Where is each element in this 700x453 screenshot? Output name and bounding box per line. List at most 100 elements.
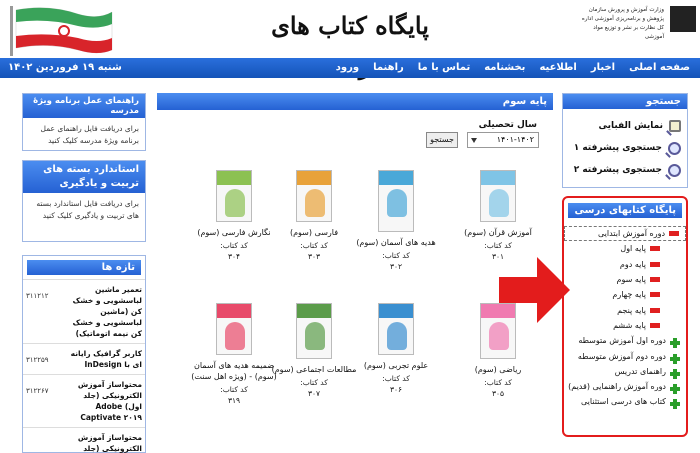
nav-home[interactable]: صفحه اصلی (629, 58, 690, 78)
tree-item-label: دوره آموزش ابتدایی (597, 229, 665, 239)
tree-item-label: پایه چهارم (612, 290, 646, 300)
book-card[interactable]: نگارش فارسی (سوم) کد کتاب: ۳۰۴ (184, 170, 284, 261)
leaf-dash-icon (650, 307, 660, 313)
tree-item[interactable]: دوره اول آموزش متوسطه (564, 333, 686, 349)
book-cover-image[interactable] (378, 303, 414, 355)
book-card[interactable]: آموزش قرآن (سوم) کد کتاب: ۳۰۱ (448, 170, 548, 261)
book-card[interactable]: ضمیمه هدیه های آسمان (سوم) - (ویژه اهل س… (184, 303, 284, 405)
expand-plus-icon (670, 399, 680, 410)
search-panel-title: جستجو (563, 94, 687, 109)
standards-panel-title: استاندارد بسته های تربیت و یادگیری (23, 161, 145, 193)
nav-help[interactable]: راهنما (373, 58, 404, 78)
news-title[interactable]: محتواساز آموزش الکترونیکی (جلد دوم) Adob… (64, 432, 142, 453)
news-title[interactable]: تعمیر ماشین لباسشویی و خشک کن (ماشین لبا… (64, 284, 142, 339)
book-code: ۳۰۱ (491, 252, 505, 261)
tree-item-label: راهنمای تدریس (614, 366, 666, 376)
learning-standards-panel: استاندارد بسته های تربیت و یادگیری برای … (22, 160, 146, 242)
organization-logo: وزارت آموزش و پرورش سازمان پژوهش و برنام… (576, 4, 696, 44)
tree-item-label: پایه ششم (613, 320, 646, 330)
news-code: ۳۱۲۲۶۷ (26, 387, 49, 395)
news-title[interactable]: کاربر گرافیک رایانه ای با InDesign (64, 348, 142, 370)
tree-item[interactable]: پایه سوم (564, 272, 686, 287)
news-code: ۳۱۱۲۱۲ (26, 292, 49, 300)
cover-illustration (225, 189, 245, 217)
nav-contact[interactable]: تماس با ما (418, 58, 470, 78)
book-cover-image[interactable] (378, 170, 414, 232)
book-title[interactable]: آموزش قرآن (سوم) (448, 227, 548, 238)
tree-item-label: پایه اول (620, 244, 646, 254)
news-item[interactable]: محتواساز آموزش الکترونیکی (جلد دوم) Adob… (23, 427, 145, 453)
expand-plus-icon (670, 338, 680, 349)
book-card[interactable]: ریاضی (سوم) کد کتاب: ۳۰۵ (448, 303, 548, 398)
advanced-search-2-link[interactable]: جستجوی پیشرفته ۲ (563, 159, 687, 181)
book-cover-image[interactable] (216, 170, 252, 222)
tree-item-label: دوره آموزش راهنمایی (قدیم) (568, 382, 666, 392)
book-title[interactable]: نگارش فارسی (سوم) (184, 227, 284, 238)
magnifier-icon (668, 141, 681, 155)
tree-item[interactable]: کتاب های درسی استثنایی (564, 394, 686, 410)
textbooks-panel: پایگاه کتابهای درسی دوره آموزش ابتدایی پا… (562, 196, 688, 437)
advanced-search-1-label: جستجوی پیشرفته ۱ (573, 143, 662, 153)
tree-item-label: پایه پنجم (617, 305, 646, 315)
cover-illustration (305, 322, 325, 350)
advanced-search-2-label: جستجوی پیشرفته ۲ (573, 165, 662, 175)
tree-item[interactable]: پایه چهارم (564, 287, 686, 302)
nav-announcements[interactable]: اطلاعیه (539, 58, 576, 78)
page-title: پایه سوم (157, 93, 553, 110)
book-code-label: کد کتاب: (220, 241, 248, 250)
leaf-dash-icon (650, 261, 660, 267)
tree-item-label: دوره دوم آموزش متوسطه (577, 351, 666, 361)
news-item[interactable]: محتواساز آموزش الکترونیکی (جلد اول) Adob… (23, 374, 145, 427)
news-panel: تازه ها تعمیر ماشین لباسشویی و خشک کن (م… (22, 255, 146, 453)
alphabetical-link-label: نمایش الفبایی (598, 121, 663, 131)
cover-band (379, 171, 413, 185)
cover-band (481, 304, 515, 318)
nav-circulars[interactable]: بخشنامه (484, 58, 525, 78)
news-item[interactable]: تعمیر ماشین لباسشویی و خشک کن (ماشین لبا… (23, 279, 145, 343)
cover-illustration (387, 322, 407, 350)
school-year-label: سال تحصیلی (478, 120, 537, 130)
tree-item[interactable]: راهنمای تدریس (564, 364, 686, 379)
tree-item-label: پایه سوم (616, 275, 646, 285)
book-cover-image[interactable] (480, 170, 516, 222)
tree-item[interactable]: دوره آموزش راهنمایی (قدیم) (564, 379, 686, 395)
tree-item[interactable]: پایه ششم (564, 318, 686, 333)
book-cover-image[interactable] (480, 303, 516, 359)
leaf-dash-icon (650, 322, 660, 328)
school-program-guide-panel: راهنمای عمل برنامه ویژۀ مدرسه برای دریاف… (22, 93, 146, 151)
book-cover-image[interactable] (216, 303, 252, 355)
book-title[interactable]: ریاضی (سوم) (448, 364, 548, 375)
advanced-search-1-link[interactable]: جستجوی پیشرفته ۱ (563, 137, 687, 159)
search-button[interactable]: جستجو (426, 132, 458, 148)
header: پایگاه کتاب های درسی وزارت آموزش و پرورش… (0, 0, 700, 80)
cover-band (481, 171, 515, 185)
news-title[interactable]: محتواساز آموزش الکترونیکی (جلد اول) Adob… (64, 379, 142, 423)
news-code (26, 432, 60, 453)
book-title[interactable]: ضمیمه هدیه های آسمان (سوم) - (ویژه اهل س… (184, 360, 284, 382)
tree-item[interactable]: پایه دوم (564, 257, 686, 272)
cover-illustration (305, 189, 325, 217)
news-code: ۳۱۲۲۵۹ (26, 356, 49, 364)
alphabetical-link[interactable]: نمایش الفبایی (563, 115, 687, 137)
tree-item[interactable]: دوره دوم آموزش متوسطه (564, 348, 686, 364)
nav-login[interactable]: ورود (336, 58, 359, 78)
cover-band (379, 304, 413, 318)
guide-panel-link[interactable]: برای دریافت فایل راهنمای عمل برنامه ویژۀ… (23, 118, 145, 152)
tree-item[interactable]: پایه پنجم (564, 302, 686, 317)
tree-item-label: پایه دوم (619, 259, 646, 269)
leaf-dash-icon (650, 292, 660, 298)
nav-news[interactable]: اخبار (591, 58, 615, 78)
news-item[interactable]: کاربر گرافیک رایانه ای با InDesign ۳۱۲۲۵۹ (23, 343, 145, 374)
textbooks-tree: دوره آموزش ابتدایی پایه اول پایه دوم پایه س… (564, 226, 686, 410)
book-cover-image[interactable] (296, 303, 332, 359)
main-menu: صفحه اصلی اخبار اطلاعیه بخشنامه تماس با … (336, 58, 690, 78)
textbooks-panel-title: پایگاه کتابهای درسی (568, 203, 682, 218)
tree-item[interactable]: دوره آموزش ابتدایی (564, 226, 686, 242)
book-cover-image[interactable] (296, 170, 332, 222)
tree-item[interactable]: پایه اول (564, 241, 686, 256)
school-year-select[interactable]: ۱۴۰۱-۱۴۰۲ (467, 132, 539, 148)
cover-band (297, 304, 331, 318)
standards-panel-link[interactable]: برای دریافت فایل استاندارد بسته های تربی… (23, 193, 145, 227)
book-code: ۳۰۲ (389, 262, 403, 271)
expand-plus-icon (670, 368, 680, 379)
